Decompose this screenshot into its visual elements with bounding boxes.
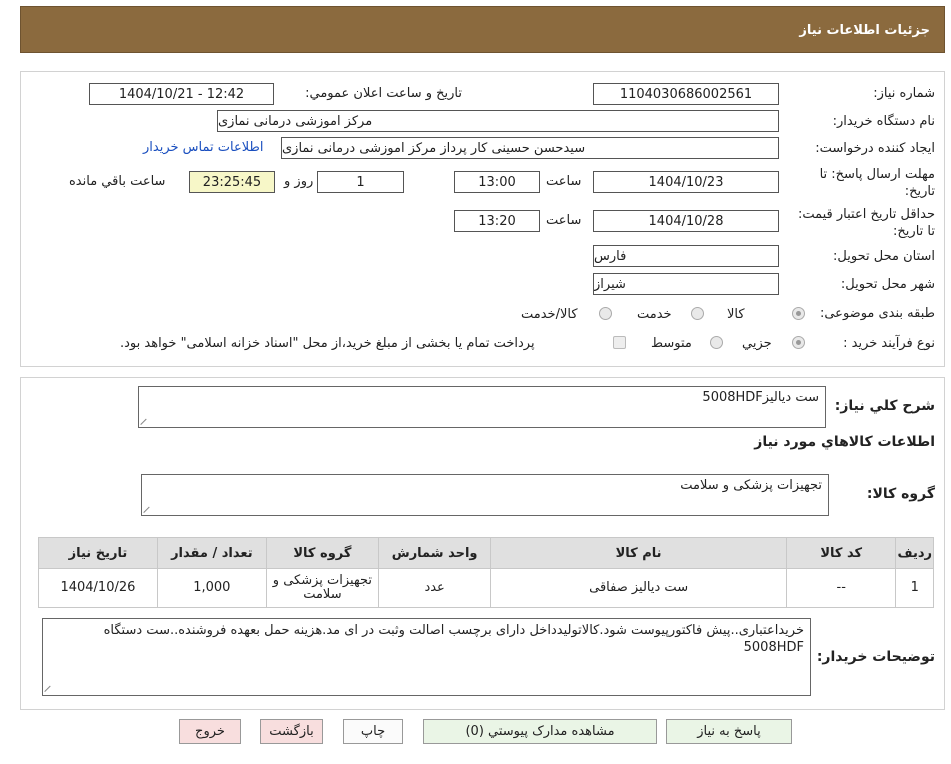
process-radio-medium[interactable] [710,336,723,349]
process-label: نوع فرآيند خريد : [843,336,935,351]
buyer-notes-field: خریداعتباری..پیش فاکتورپیوست شود.کالاتول… [42,618,811,696]
resize-grip-icon [141,417,149,425]
cell-goods-name: ست دیالیز صفاقی [490,568,787,608]
buyer-notes-label: توضيحات خريدار: [816,649,935,665]
print-button[interactable]: چاپ [343,719,403,744]
process-option-medium: متوسط [651,336,692,351]
remaining-time-label: ساعت باقي مانده [69,174,166,189]
deadline-time-label: ساعت [546,174,582,189]
cell-goods-group: تجهیزات پزشکی و سلامت [265,568,379,608]
cell-unit: عدد [377,568,492,608]
validity-time-label: ساعت [546,213,582,228]
resize-grip-icon [45,684,53,692]
category-radio-service[interactable] [691,307,704,320]
category-label: طبقه بندی موضوعی: [819,306,935,321]
col-header-quantity: تعداد / مقدار [156,537,267,569]
buyer-contact-link[interactable]: اطلاعات تماس خريدار [143,140,263,155]
col-header-goods-code: کد کالا [785,537,897,569]
table-row: 1 -- ست دیالیز صفاقی عدد تجهیزات پزشکی و… [38,568,934,608]
goods-group-label: گروه کالا: [866,486,935,502]
deadline-label: مهلت ارسال پاسخ: تا تاريخ: [819,167,935,199]
city-label: شهر محل تحويل: [840,277,935,292]
col-header-row-number: رديف [895,537,934,569]
city-field: شيراز [593,273,779,295]
treasury-payment-checkbox[interactable] [613,336,626,349]
exit-button[interactable]: خروج [179,719,241,744]
validity-label: حداقل تاريخ اعتبار قيمت: تا تاريخ: [797,207,935,239]
goods-info-title: اطلاعات کالاهاي مورد نياز [754,434,935,450]
page-title: جزئيات اطلاعات نياز [799,23,930,38]
category-option-goods: کالا [727,307,745,322]
col-header-unit: واحد شمارش [377,537,492,569]
page-header: جزئيات اطلاعات نياز [20,6,945,53]
table-header-row: رديف کد کالا نام کالا واحد شمارش گروه کا… [38,537,934,569]
announce-date-label: تاريخ و ساعت اعلان عمومي: [305,86,462,101]
validity-time-field: 13:20 [454,210,540,232]
deadline-date-field: 1404/10/23 [593,171,779,193]
process-radio-minor[interactable] [792,336,805,349]
cell-need-date: 1404/10/26 [38,568,158,608]
col-header-goods-group: گروه کالا [265,537,379,569]
view-attachments-button[interactable]: مشاهده مدارک پيوستي (0) [423,719,657,744]
category-option-goods-service: کالا/خدمت [521,307,578,322]
need-summary-label: شرح کلي نياز: [834,398,935,414]
need-number-label: شماره نياز: [873,86,935,101]
col-header-need-date: تاريخ نياز [38,537,158,569]
reply-button[interactable]: پاسخ به نياز [666,719,792,744]
remaining-time-field: 23:25:45 [189,171,275,193]
deadline-time-field: 13:00 [454,171,540,193]
col-header-goods-name: نام کالا [490,537,787,569]
province-label: استان محل تحويل: [833,249,935,264]
cell-quantity: 1,000 [156,568,267,608]
buyer-org-field: مرکز اموزشی درمانی نمازی [217,110,779,132]
goods-group-field: تجهیزات پزشکی و سلامت [141,474,829,516]
requester-label: ايجاد کننده درخواست: [815,141,935,156]
treasury-payment-note: پرداخت تمام يا بخشی از مبلغ خريد،از محل … [120,336,535,351]
resize-grip-icon [144,505,152,513]
days-field: 1 [317,171,404,193]
days-label: روز و [284,174,314,189]
validity-date-field: 1404/10/28 [593,210,779,232]
need-summary-field: ست دیالیز5008HDF [138,386,826,428]
cell-goods-code: -- [785,568,897,608]
process-option-minor: جزيي [742,336,772,351]
goods-table: رديف کد کالا نام کالا واحد شمارش گروه کا… [38,537,934,608]
requester-field: سیدحسن حسینی کار پرداز مرکز اموزشی درمان… [281,137,779,159]
category-radio-goods[interactable] [792,307,805,320]
category-option-service: خدمت [637,307,672,322]
category-radio-goods-service[interactable] [599,307,612,320]
cell-row-number: 1 [895,568,934,608]
announce-date-field: 1404/10/21 - 12:42 [89,83,274,105]
back-button[interactable]: بازگشت [260,719,323,744]
province-field: فارس [593,245,779,267]
need-number-field: 1104030686002561 [593,83,779,105]
buyer-org-label: نام دستگاه خريدار: [832,114,935,129]
